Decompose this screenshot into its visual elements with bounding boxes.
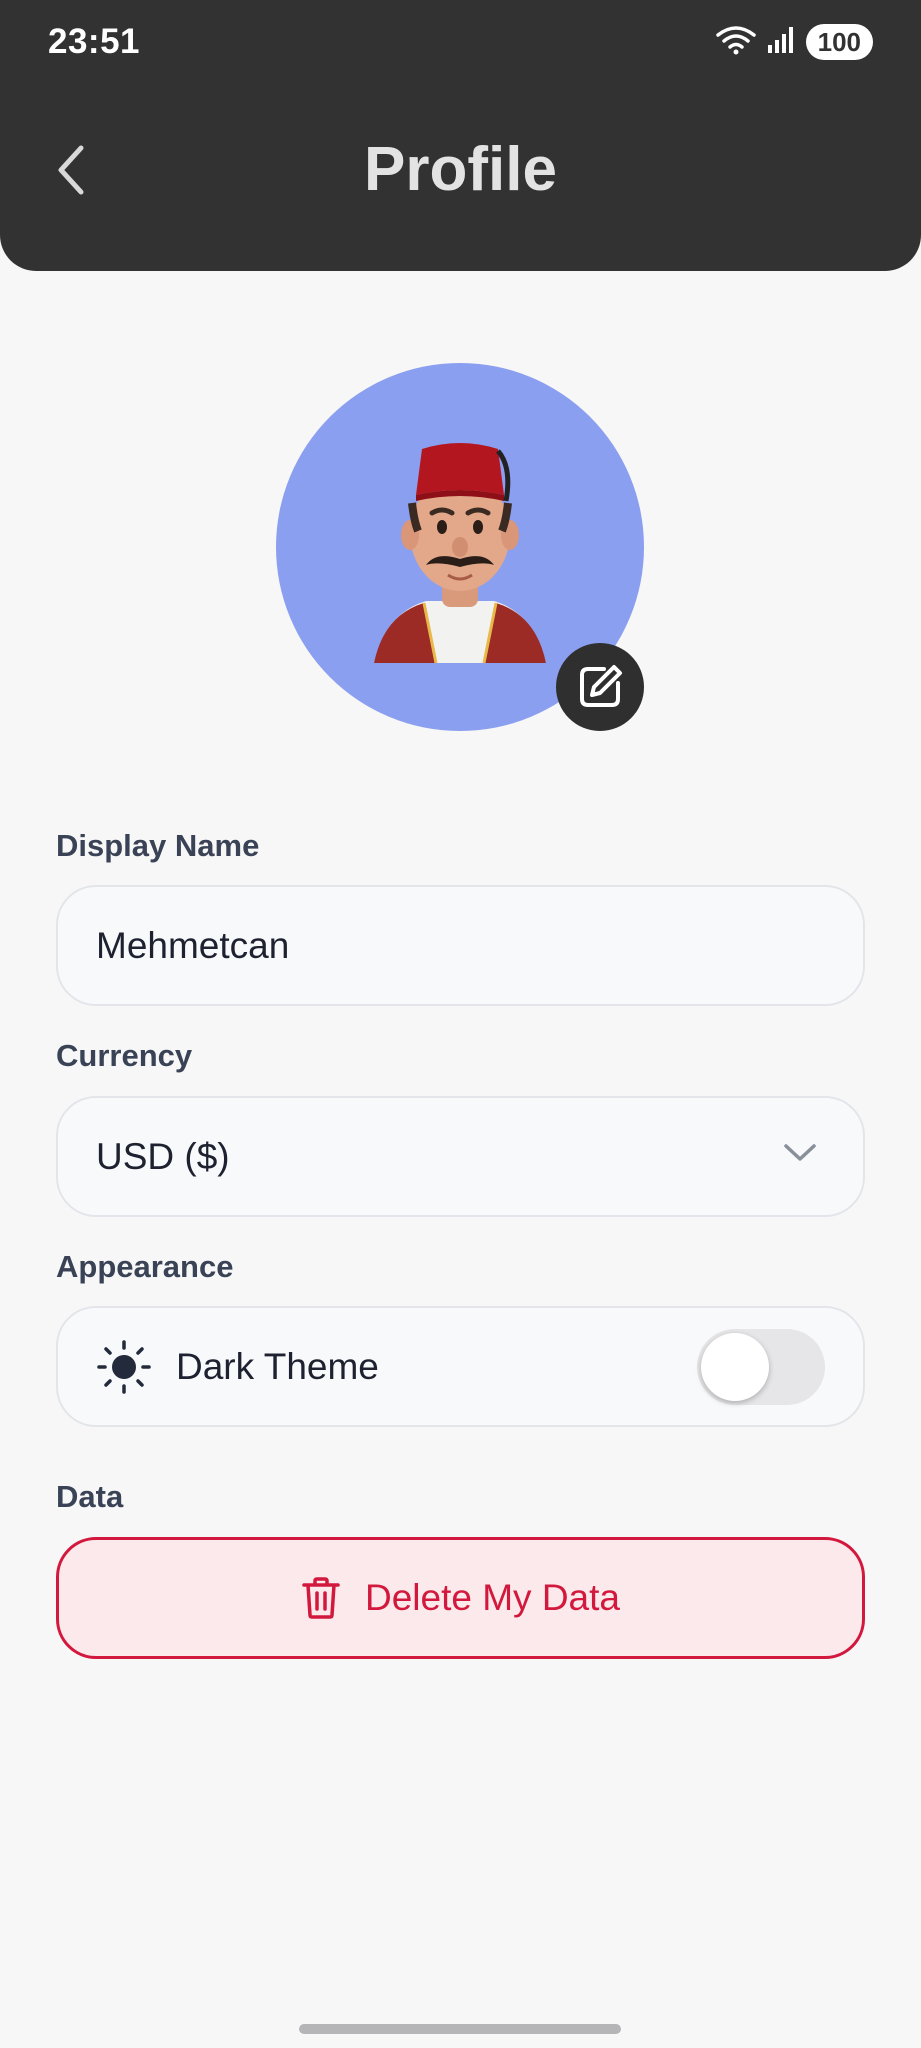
avatar-container bbox=[276, 363, 644, 731]
sun-icon bbox=[96, 1339, 152, 1395]
toggle-knob bbox=[701, 1333, 769, 1401]
display-name-field[interactable]: Mehmetcan bbox=[56, 885, 865, 1006]
data-label: Data bbox=[56, 1479, 124, 1514]
appearance-label: Appearance bbox=[56, 1249, 234, 1284]
display-name-value: Mehmetcan bbox=[96, 924, 290, 966]
dark-theme-row: Dark Theme bbox=[56, 1306, 865, 1427]
display-name-label: Display Name bbox=[56, 828, 260, 863]
wifi-icon bbox=[715, 25, 756, 60]
trash-icon bbox=[302, 1577, 340, 1619]
delete-my-data-button[interactable]: Delete My Data bbox=[56, 1537, 865, 1659]
edit-avatar-button[interactable] bbox=[556, 643, 644, 731]
delete-my-data-label: Delete My Data bbox=[365, 1577, 620, 1618]
edit-icon bbox=[580, 665, 622, 707]
chevron-down-icon bbox=[784, 1144, 816, 1161]
signal-icon bbox=[766, 25, 796, 60]
currency-label: Currency bbox=[56, 1038, 193, 1073]
home-indicator[interactable] bbox=[299, 2024, 621, 2034]
currency-value: USD ($) bbox=[96, 1135, 230, 1177]
currency-select[interactable]: USD ($) bbox=[56, 1096, 865, 1217]
status-time: 23:51 bbox=[48, 22, 141, 61]
dark-theme-toggle[interactable] bbox=[697, 1329, 825, 1405]
app-bar: 23:51 100 Profile bbox=[0, 0, 921, 271]
battery-icon: 100 bbox=[805, 24, 873, 60]
status-icons: 100 bbox=[715, 24, 873, 60]
page-title: Profile bbox=[364, 135, 557, 204]
dark-theme-label: Dark Theme bbox=[176, 1345, 379, 1387]
